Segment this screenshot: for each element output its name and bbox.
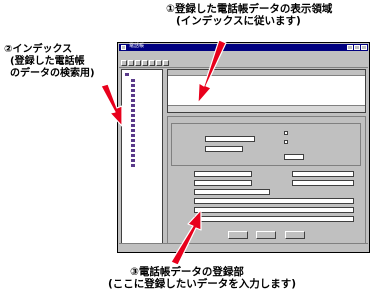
- close-icon[interactable]: [361, 45, 367, 50]
- menu-bar[interactable]: [119, 52, 368, 58]
- option-checkbox[interactable]: [284, 140, 288, 144]
- annotation-index-line3: のデータの検索用): [10, 67, 95, 79]
- form-button[interactable]: [256, 231, 276, 239]
- folder-icon: [131, 143, 135, 147]
- entry-field[interactable]: [194, 189, 270, 195]
- tree-item[interactable]: [131, 138, 137, 142]
- system-menu-icon[interactable]: [121, 45, 126, 50]
- tree-item[interactable]: [131, 103, 137, 107]
- entry-field[interactable]: [205, 136, 255, 142]
- tree-item[interactable]: [131, 123, 137, 127]
- annotation-entry-area: ③電話帳データの登録部 (ここに登録したいデータを入力します): [108, 266, 296, 291]
- folder-icon: [125, 72, 129, 76]
- entry-field[interactable]: [194, 207, 354, 213]
- entry-list-view[interactable]: [167, 69, 366, 113]
- tree-item[interactable]: [131, 83, 137, 87]
- entry-options-group: [171, 123, 361, 166]
- tree-item[interactable]: [131, 128, 137, 132]
- tree-item[interactable]: [131, 143, 137, 147]
- tree-item[interactable]: [131, 98, 137, 102]
- folder-icon: [131, 98, 135, 102]
- folder-icon: [131, 78, 135, 82]
- toolbar-icon[interactable]: [128, 60, 134, 66]
- tree-item[interactable]: [131, 153, 137, 157]
- window-titlebar: 電話帳: [119, 43, 368, 51]
- entry-field[interactable]: [205, 146, 243, 152]
- toolbar-icon[interactable]: [121, 60, 127, 66]
- entry-form: [167, 116, 366, 244]
- annotation-index: ②インデックス (登録した電話帳 のデータの検索用): [4, 44, 95, 79]
- folder-icon: [131, 128, 135, 132]
- tree-item[interactable]: [131, 88, 137, 92]
- tree-item[interactable]: [131, 78, 137, 82]
- maximize-icon[interactable]: [354, 45, 360, 50]
- folder-icon: [131, 138, 135, 142]
- folder-icon: [131, 123, 135, 127]
- toolbar: [119, 59, 368, 68]
- toolbar-icon[interactable]: [163, 60, 169, 66]
- entry-field[interactable]: [194, 198, 354, 204]
- entry-field[interactable]: [194, 216, 354, 222]
- folder-icon: [131, 163, 135, 167]
- status-bar: [119, 243, 368, 251]
- folder-icon: [131, 153, 135, 157]
- window-title: 電話帳: [129, 43, 145, 49]
- tree-item[interactable]: [131, 148, 137, 152]
- folder-icon: [131, 113, 135, 117]
- tree-item[interactable]: [131, 163, 137, 167]
- toolbar-icon[interactable]: [156, 60, 162, 66]
- entry-field[interactable]: [194, 171, 252, 177]
- option-checkbox[interactable]: [284, 131, 288, 135]
- folder-icon: [131, 103, 135, 107]
- tree-root[interactable]: [125, 72, 131, 76]
- list-header: [168, 70, 365, 76]
- index-tree[interactable]: [121, 69, 163, 244]
- form-button[interactable]: [228, 231, 248, 239]
- tree-item[interactable]: [131, 133, 137, 137]
- folder-icon: [131, 158, 135, 162]
- toolbar-icon[interactable]: [135, 60, 141, 66]
- tree-item[interactable]: [131, 118, 137, 122]
- folder-icon: [131, 93, 135, 97]
- tree-item[interactable]: [131, 108, 137, 112]
- annotation-entry-area-line2: (ここに登録したいデータを入力します): [108, 278, 297, 291]
- tree-item[interactable]: [131, 158, 137, 162]
- tree-item[interactable]: [131, 113, 137, 117]
- phonebook-window: 電話帳: [117, 42, 370, 253]
- folder-icon: [131, 133, 135, 137]
- entry-field[interactable]: [284, 154, 304, 160]
- folder-icon: [131, 108, 135, 112]
- toolbar-icon[interactable]: [149, 60, 155, 66]
- annotation-display-area-line1: ①登録した電話帳データの表示領域: [166, 3, 333, 15]
- tree-item[interactable]: [131, 93, 137, 97]
- form-button[interactable]: [285, 231, 305, 239]
- annotation-entry-area-line1: ③電話帳データの登録部: [130, 266, 244, 278]
- entry-field[interactable]: [194, 180, 252, 186]
- list-horizontal-scrollbar[interactable]: [168, 105, 365, 112]
- folder-icon: [131, 88, 135, 92]
- folder-icon: [131, 148, 135, 152]
- entry-field[interactable]: [292, 180, 354, 186]
- annotation-index-line1: ②インデックス: [4, 44, 73, 55]
- folder-icon: [131, 83, 135, 87]
- folder-icon: [131, 118, 135, 122]
- minimize-icon[interactable]: [347, 45, 353, 50]
- entry-field[interactable]: [292, 171, 354, 177]
- annotation-index-line2: (登録した電話帳: [10, 55, 85, 67]
- toolbar-icon[interactable]: [142, 60, 148, 66]
- annotation-display-area: ①登録した電話帳データの表示領域 (インデックスに従います): [166, 3, 332, 28]
- annotation-display-area-line2: (インデックスに従います): [176, 15, 301, 28]
